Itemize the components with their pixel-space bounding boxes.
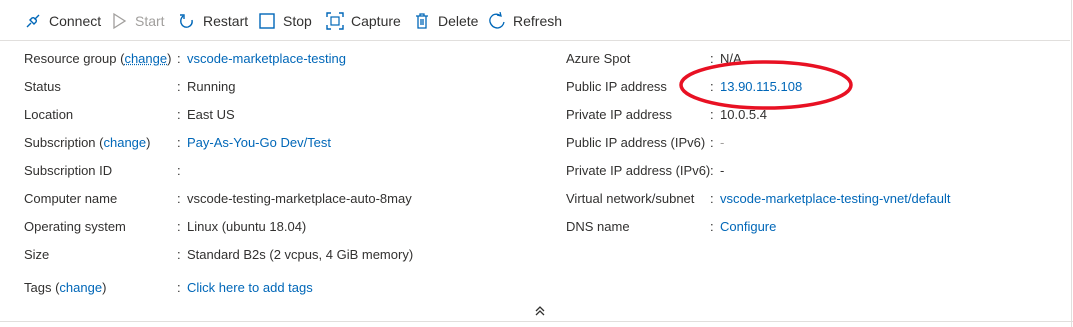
- capture-icon: [326, 12, 344, 30]
- stop-icon: [258, 12, 276, 30]
- separator: :: [177, 106, 181, 122]
- status-key: Status: [24, 78, 61, 94]
- separator: :: [177, 190, 181, 206]
- separator: :: [177, 279, 181, 295]
- dns-key: DNS name: [566, 218, 630, 234]
- refresh-button[interactable]: Refresh: [488, 10, 562, 32]
- row-subscription: Subscription (change) : Pay-As-You-Go De…: [0, 132, 540, 152]
- private-ipv6-value: -: [720, 162, 725, 178]
- row-private-ipv6: Private IP address (IPv6) : -: [540, 160, 1060, 180]
- os-key: Operating system: [24, 218, 126, 234]
- separator: :: [177, 246, 181, 262]
- computer-name-value: vscode-testing-marketplace-auto-8may: [187, 190, 412, 206]
- separator: :: [177, 50, 181, 66]
- dns-configure-link[interactable]: Configure: [720, 219, 776, 234]
- os-value: Linux (ubuntu 18.04): [187, 218, 307, 234]
- row-location: Location : East US: [0, 104, 540, 124]
- subscription-value[interactable]: Pay-As-You-Go Dev/Test: [187, 135, 331, 150]
- subscription-key: Subscription (change): [24, 134, 151, 150]
- tags-add-link[interactable]: Click here to add tags: [187, 280, 313, 295]
- azure-spot-key: Azure Spot: [566, 50, 631, 66]
- row-size: Size : Standard B2s (2 vcpus, 4 GiB memo…: [0, 244, 540, 264]
- vnet-key: Virtual network/subnet: [566, 190, 695, 206]
- tags-change-link[interactable]: change: [59, 280, 102, 295]
- collapse-chevron-icon[interactable]: [533, 304, 547, 318]
- restart-label: Restart: [203, 13, 249, 29]
- refresh-label: Refresh: [513, 13, 563, 29]
- private-ip-key: Private IP address: [566, 106, 672, 122]
- separator: :: [710, 218, 714, 234]
- essentials-bottom-divider: [0, 321, 1073, 322]
- tags-key: Tags (change): [24, 279, 107, 295]
- row-vnet: Virtual network/subnet : vscode-marketpl…: [540, 188, 1060, 208]
- start-label: Start: [135, 13, 165, 29]
- row-subscription-id: Subscription ID :: [0, 160, 540, 180]
- resource-group-value[interactable]: vscode-marketplace-testing: [187, 51, 346, 66]
- public-ipv6-value: -: [720, 134, 725, 150]
- delete-label: Delete: [438, 13, 479, 29]
- stop-button[interactable]: Stop: [258, 10, 312, 32]
- delete-button[interactable]: Delete: [413, 10, 478, 32]
- location-value: East US: [187, 106, 235, 122]
- separator: :: [710, 134, 714, 150]
- separator: :: [177, 218, 181, 234]
- stop-label: Stop: [283, 13, 312, 29]
- row-public-ipv6: Public IP address (IPv6) : -: [540, 132, 1060, 152]
- plug-icon: [24, 12, 42, 30]
- status-value: Running: [187, 78, 236, 94]
- play-icon: [110, 12, 128, 30]
- row-os: Operating system : Linux (ubuntu 18.04): [0, 216, 540, 236]
- subscription-id-key: Subscription ID: [24, 162, 113, 178]
- size-value: Standard B2s (2 vcpus, 4 GiB memory): [187, 246, 414, 262]
- trash-icon: [413, 12, 431, 30]
- separator: :: [710, 162, 714, 178]
- annotation-ellipse: [679, 60, 853, 110]
- capture-label: Capture: [351, 13, 401, 29]
- separator: :: [177, 78, 181, 94]
- connect-button[interactable]: Connect: [24, 10, 101, 32]
- computer-name-key: Computer name: [24, 190, 118, 206]
- row-resource-group: Resource group (change) : vscode-marketp…: [0, 48, 540, 68]
- separator: :: [177, 162, 181, 178]
- resource-group-change-link[interactable]: change: [124, 51, 167, 66]
- row-status: Status : Running: [0, 76, 540, 96]
- public-ip-key: Public IP address: [566, 78, 667, 94]
- refresh-icon: [488, 12, 506, 30]
- essentials-panel: Resource group (change) : vscode-marketp…: [0, 41, 1073, 321]
- row-dns: DNS name : Configure: [540, 216, 1060, 236]
- private-ipv6-key: Private IP address (IPv6): [566, 162, 711, 178]
- subscription-change-link[interactable]: change: [103, 135, 146, 150]
- resource-group-key: Resource group (change): [24, 50, 172, 66]
- public-ipv6-key: Public IP address (IPv6): [566, 134, 706, 150]
- restart-button[interactable]: Restart: [178, 10, 248, 32]
- location-key: Location: [24, 106, 74, 122]
- capture-button[interactable]: Capture: [326, 10, 401, 32]
- separator: :: [177, 134, 181, 150]
- vnet-value[interactable]: vscode-marketplace-testing-vnet/default: [720, 191, 951, 206]
- command-bar: Connect Start Restart Stop Capture Delet…: [0, 0, 1070, 41]
- separator: :: [710, 190, 714, 206]
- row-tags: Tags (change) : Click here to add tags: [0, 277, 540, 297]
- size-key: Size: [24, 246, 50, 262]
- start-button[interactable]: Start: [110, 10, 165, 32]
- row-computer-name: Computer name : vscode-testing-marketpla…: [0, 188, 540, 208]
- connect-label: Connect: [49, 13, 102, 29]
- restart-icon: [178, 12, 196, 30]
